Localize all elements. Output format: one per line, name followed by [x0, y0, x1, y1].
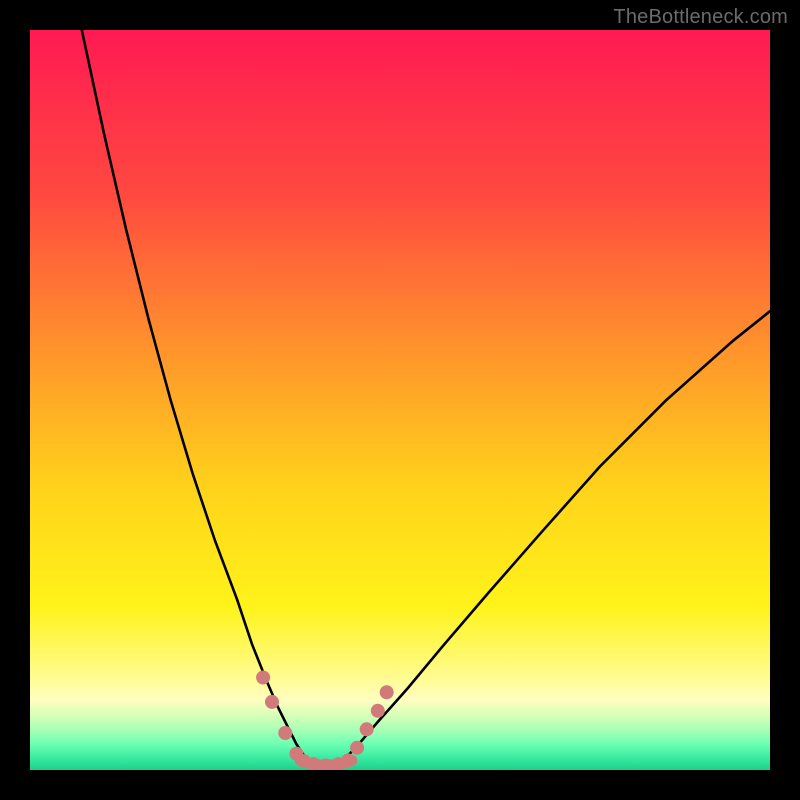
watermark-text: TheBottleneck.com	[613, 6, 788, 29]
series-right-curve	[341, 311, 770, 762]
valley-dot	[360, 722, 374, 736]
chart-frame: TheBottleneck.com	[0, 0, 800, 800]
valley-dot	[265, 695, 279, 709]
valley-dot	[350, 741, 364, 755]
valley-dot	[371, 704, 385, 718]
plot-area	[30, 30, 770, 770]
series-left-curve	[82, 30, 311, 763]
curves-layer	[30, 30, 770, 770]
series-lines	[82, 30, 770, 763]
valley-markers	[256, 671, 394, 771]
valley-dot	[341, 753, 355, 767]
valley-dot	[256, 671, 270, 685]
valley-dot	[278, 726, 292, 740]
valley-dot	[380, 685, 394, 699]
